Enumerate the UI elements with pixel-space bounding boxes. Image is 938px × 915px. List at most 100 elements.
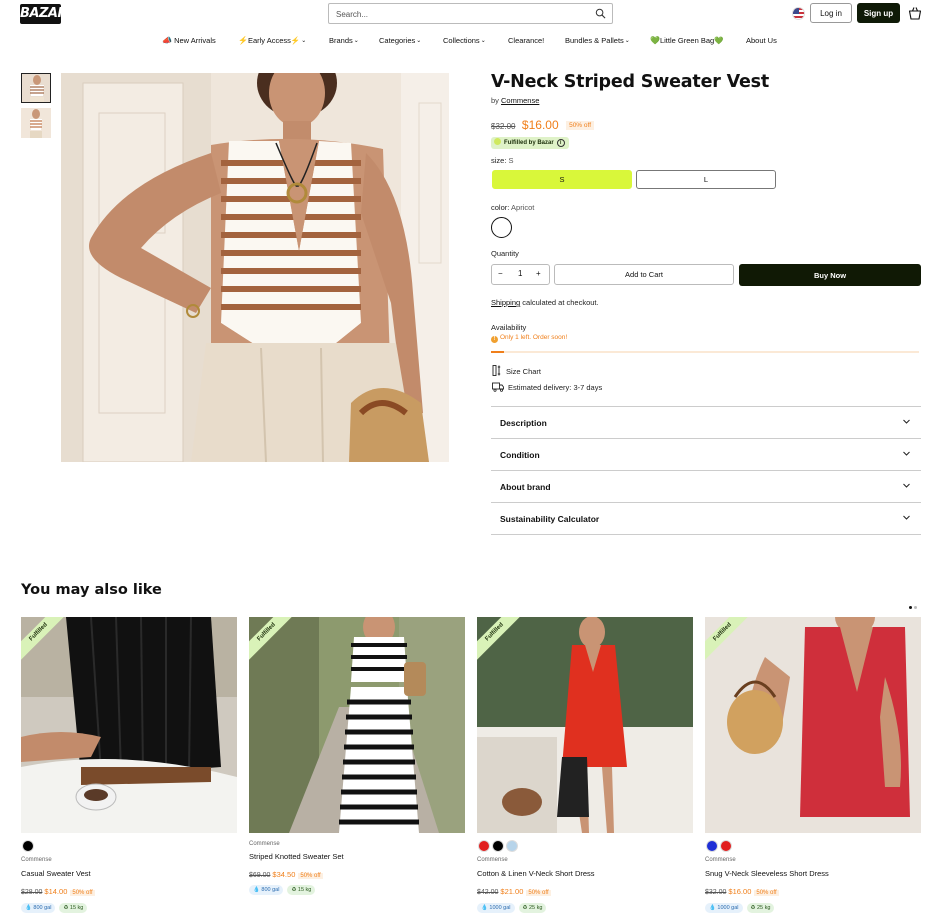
accordion-sustainability-calculator[interactable]: Sustainability Calculator [491, 502, 921, 534]
carousel-dot-active[interactable] [909, 606, 912, 609]
availability-label: Availability [491, 323, 527, 332]
co2-saved-badge: ♻ 15 kg [287, 885, 316, 895]
increase-quantity-button[interactable]: + [536, 269, 541, 278]
accordion-divider [491, 534, 921, 535]
login-button[interactable]: Log in [810, 3, 852, 23]
nav-brands[interactable]: Brands⌄ [329, 36, 359, 45]
product-card-image[interactable]: Fulfilled [705, 617, 921, 833]
color-swatch[interactable] [506, 840, 518, 852]
lightning-icon: ⚡ [238, 36, 248, 45]
color-swatches [478, 839, 520, 857]
quantity-value[interactable]: 1 [518, 269, 522, 278]
search-input[interactable] [329, 5, 579, 24]
signup-button[interactable]: Sign up [857, 3, 900, 23]
color-swatch[interactable] [22, 840, 34, 852]
chevron-down-icon: ⌄ [480, 38, 486, 44]
nav-categories[interactable]: Categories⌄ [379, 36, 421, 45]
water-saved-badge: 💧 1000 gal [705, 903, 743, 913]
us-flag-icon[interactable] [792, 7, 805, 20]
discount-badge: 50% off [566, 121, 595, 130]
chevron-down-icon: ⌄ [416, 38, 422, 44]
water-saved-badge: 💧 1000 gal [477, 903, 515, 913]
sustainability-badges: 💧 800 gal ♻ 15 kg [21, 896, 91, 914]
search-icon[interactable] [595, 8, 606, 19]
carousel-dot[interactable] [914, 606, 917, 609]
recommendations-title: You may also like [21, 582, 162, 598]
product-card-image[interactable]: Fulfilled [249, 617, 465, 833]
shipping-link[interactable]: Shipping [491, 298, 520, 307]
sustainability-badges: 💧 1000 gal ♻ 25 kg [705, 896, 778, 914]
size-chart-link[interactable]: Size Chart [492, 365, 541, 376]
co2-saved-badge: ♻ 25 kg [746, 903, 775, 913]
chevron-down-icon [903, 483, 910, 488]
color-swatches [22, 839, 36, 857]
decrease-quantity-button[interactable]: − [498, 269, 503, 278]
product-card[interactable]: Fulfilled Commense Cotton & Linen V-Neck… [477, 617, 693, 915]
chevron-down-icon: ⌄ [301, 38, 307, 44]
card-brand: Commense [477, 857, 508, 863]
product-prices: $32.00 $16.00 50% off [491, 116, 595, 134]
bazar-logo[interactable]: BAZAR [20, 4, 67, 24]
color-swatch[interactable] [492, 840, 504, 852]
product-card[interactable]: Fulfilled Commense Striped Knotted Sweat… [249, 617, 465, 915]
color-swatch[interactable] [706, 840, 718, 852]
add-to-cart-button[interactable]: Add to Cart [554, 264, 734, 285]
color-swatches [706, 839, 734, 857]
quantity-stepper: − 1 + [491, 264, 550, 285]
buy-now-button[interactable]: Buy Now [739, 264, 921, 286]
card-brand: Commense [249, 841, 280, 847]
water-saved-badge: 💧 800 gal [249, 885, 284, 895]
ruler-icon [492, 365, 501, 376]
fulfilled-badge: Fulfilled by Bazar i [491, 137, 569, 149]
green-heart-icon: 💚 [650, 36, 660, 45]
shipping-note: Shipping calculated at checkout. [491, 298, 599, 307]
size-option-s[interactable]: S [492, 170, 632, 189]
product-byline: by Commense [491, 96, 540, 105]
search-box[interactable] [328, 3, 613, 24]
color-swatch[interactable] [478, 840, 490, 852]
nav-collections[interactable]: Collections⌄ [443, 36, 486, 45]
co2-saved-badge: ♻ 25 kg [518, 903, 547, 913]
stock-warning: ! Only 1 left. Order soon! [491, 334, 567, 343]
bazar-leaf-icon [494, 138, 501, 145]
chevron-down-icon [903, 451, 910, 456]
product-title: V-Neck Striped Sweater Vest [491, 72, 770, 92]
card-product-name[interactable]: Cotton & Linen V-Neck Short Dress [477, 869, 595, 878]
nav-new-arrivals[interactable]: 📣 New Arrivals [162, 36, 216, 45]
card-product-name[interactable]: Snug V-Neck Sleeveless Short Dress [705, 869, 829, 878]
nav-clearance[interactable]: Clearance! [508, 36, 544, 45]
product-card[interactable]: Fulfilled Commense Casual Sweater Vest $… [21, 617, 237, 915]
carousel-dots[interactable] [907, 596, 917, 614]
product-card-image[interactable]: Fulfilled [21, 617, 237, 833]
card-brand: Commense [705, 857, 736, 863]
chevron-down-icon [903, 419, 910, 424]
brand-link[interactable]: Commense [501, 96, 539, 105]
chevron-down-icon [903, 515, 910, 520]
product-thumbnail-1[interactable] [21, 73, 51, 103]
product-card[interactable]: Fulfilled Commense Snug V-Neck Sleeveles… [705, 617, 921, 915]
product-thumbnail-2[interactable] [21, 108, 51, 138]
estimated-delivery: Estimated delivery: 3-7 days [492, 382, 602, 392]
truck-icon [492, 382, 504, 392]
card-product-name[interactable]: Casual Sweater Vest [21, 869, 91, 878]
card-product-name[interactable]: Striped Knotted Sweater Set [249, 852, 344, 861]
original-price: $32.00 [491, 122, 516, 131]
accordion-description[interactable]: Description [491, 406, 921, 438]
stock-progress-fill [491, 351, 504, 353]
accordion-about-brand[interactable]: About brand [491, 470, 921, 502]
nav-early-access[interactable]: ⚡Early Access⚡⌄ [238, 36, 306, 45]
nav-little-green-bag[interactable]: 💚Little Green Bag💚 [650, 36, 724, 45]
nav-about-us[interactable]: About Us [746, 36, 777, 45]
sustainability-badges: 💧 1000 gal ♻ 25 kg [477, 896, 550, 914]
card-brand: Commense [21, 857, 52, 863]
sustainability-badges: 💧 800 gal ♻ 15 kg [249, 878, 319, 896]
color-swatch-apricot[interactable] [491, 217, 512, 238]
size-option-l[interactable]: L [636, 170, 776, 189]
product-card-image[interactable]: Fulfilled [477, 617, 693, 833]
product-main-image [61, 73, 449, 462]
shopping-bag-icon[interactable] [908, 6, 922, 20]
color-swatch[interactable] [720, 840, 732, 852]
info-icon[interactable]: i [556, 139, 565, 147]
nav-bundles-pallets[interactable]: Bundles & Pallets⌄ [565, 36, 630, 45]
accordion-condition[interactable]: Condition [491, 438, 921, 470]
